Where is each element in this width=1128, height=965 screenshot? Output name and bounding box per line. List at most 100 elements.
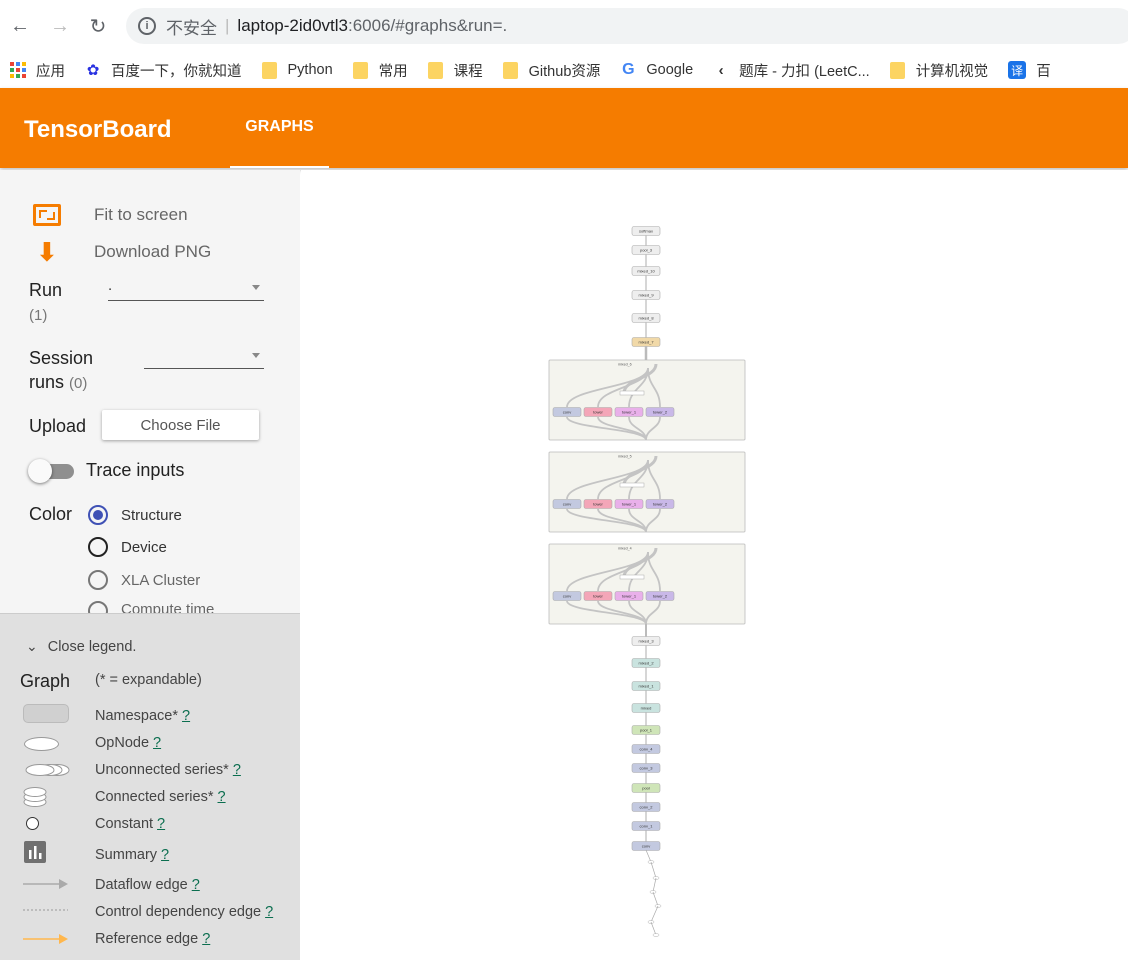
graph-node-softmax-label: softmax — [639, 229, 653, 234]
branch-conv-label: conv — [563, 502, 571, 507]
help-link[interactable]: ? — [265, 904, 273, 920]
legend-item-label: Reference edge — [95, 931, 199, 947]
back-arrow-icon[interactable]: ← — [8, 14, 32, 38]
graph-node-conv_1-label: conv_1 — [640, 824, 654, 829]
graph-node-conv_2-label: conv_2 — [640, 805, 654, 810]
graph-node-mixed_2-label: mixed_2 — [638, 661, 654, 666]
legend-item-label: Unconnected series* — [95, 762, 229, 778]
bookmark-baidu[interactable]: ✿ 百度一下，你就知道 — [85, 60, 242, 81]
fit-to-screen-button[interactable]: Fit to screen — [32, 202, 188, 228]
radio-selected-icon — [88, 505, 108, 525]
legend-item-label: OpNode — [95, 735, 150, 751]
session-runs-label: runs (0) — [29, 372, 87, 393]
help-link[interactable]: ? — [218, 789, 226, 805]
session-select[interactable] — [144, 345, 264, 369]
help-link[interactable]: ? — [157, 816, 165, 832]
graph-node-pool-label: pool — [642, 786, 650, 791]
radio-xla-cluster[interactable]: XLA Cluster — [88, 570, 200, 590]
legend-control-edge: Control dependency edge? — [95, 904, 273, 920]
branch-tower_2-label: tower_2 — [653, 502, 668, 507]
input-pipeline-node[interactable] — [652, 933, 660, 937]
tab-graphs[interactable]: GRAPHS — [230, 88, 329, 168]
bookmark-label: 百度一下，你就知道 — [111, 63, 242, 80]
bookmark-label: Google — [646, 62, 694, 78]
graph-node-conv_4-label: conv_4 — [640, 747, 654, 752]
sidebar: Fit to screen ⬇ Download PNG Run (1) . S… — [0, 170, 300, 613]
color-label: Color — [29, 504, 73, 524]
close-legend-button[interactable]: ⌄ Close legend. — [26, 638, 136, 655]
bookmark-google[interactable]: G Google — [620, 61, 694, 78]
legend-namespace: Namespace*? — [95, 708, 190, 724]
folder-icon — [503, 61, 519, 79]
legend-item-label: Summary — [95, 847, 158, 863]
bookmark-label: 题库 - 力扣 (LeetC... — [739, 63, 870, 80]
bookmark-common[interactable]: 常用 — [353, 60, 408, 81]
bookmark-python[interactable]: Python — [262, 61, 333, 79]
help-link[interactable]: ? — [182, 708, 190, 724]
bookmark-cv[interactable]: 计算机视觉 — [890, 60, 988, 81]
trace-inputs-toggle[interactable] — [28, 459, 76, 483]
fit-screen-icon — [32, 202, 62, 228]
forward-arrow-icon[interactable]: → — [48, 14, 72, 38]
graph-canvas[interactable]: softmax pool_3 mixed_10 mixed_9 mixed_8 mixed… — [301, 170, 1128, 960]
graph-svg[interactable]: softmax pool_3 mixed_10 mixed_9 mixed_8mixed… — [301, 170, 1128, 960]
run-select[interactable]: . — [108, 277, 264, 301]
bookmark-apps[interactable]: 应用 — [10, 60, 65, 81]
upload-label: Upload — [29, 416, 87, 436]
legend-constant: Constant? — [95, 816, 165, 832]
dataflow-edge-symbol — [23, 879, 68, 889]
summary-icon — [24, 841, 46, 863]
connected-series-symbol — [23, 787, 47, 807]
concat-node[interactable] — [619, 482, 645, 488]
branch-conv-label: conv — [563, 410, 571, 415]
fit-to-screen-label: Fit to screen — [94, 205, 188, 224]
folder-icon — [353, 61, 369, 79]
concat-node[interactable] — [619, 390, 645, 396]
reload-icon[interactable]: ↻ — [86, 14, 110, 38]
radio-label: Compute time — [121, 601, 215, 613]
browser-toolbar: ← → ↻ i 不安全 | laptop-2id0vtl3:6006/#grap… — [0, 0, 1128, 52]
namespace-title: mixed_4 — [618, 547, 632, 551]
legend-hint: (* = expandable) — [95, 672, 202, 688]
url-host: laptop-2id0vtl3 — [237, 16, 348, 35]
concat-node[interactable] — [619, 574, 645, 580]
help-link[interactable]: ? — [161, 847, 169, 863]
namespace-title: mixed_5 — [618, 455, 632, 459]
insecure-label: 不安全 — [166, 18, 217, 38]
help-link[interactable]: ? — [153, 735, 161, 751]
bookmark-github[interactable]: Github资源 — [503, 60, 601, 81]
help-link[interactable]: ? — [233, 762, 241, 778]
bookmark-leetcode[interactable]: ‹ 题库 - 力扣 (LeetC... — [713, 60, 870, 81]
folder-icon — [890, 61, 906, 79]
info-icon[interactable]: i — [138, 17, 156, 35]
graph-node-mixed_10-label: mixed_10 — [637, 269, 655, 274]
help-link[interactable]: ? — [202, 931, 210, 947]
address-bar[interactable]: i 不安全 | laptop-2id0vtl3:6006/#graphs&run… — [126, 8, 1128, 44]
constant-symbol — [26, 817, 39, 830]
radio-label: Structure — [121, 506, 182, 524]
bookmark-translate[interactable]: 译 百 — [1008, 60, 1051, 81]
help-link[interactable]: ? — [192, 877, 200, 893]
chevron-down-icon: ⌄ — [26, 638, 38, 654]
download-icon: ⬇ — [36, 237, 58, 267]
run-value: . — [108, 277, 113, 294]
input-pipeline-edge — [645, 849, 652, 863]
radio-unselected-icon — [88, 537, 108, 557]
radio-compute-time[interactable]: Compute time — [88, 601, 214, 613]
legend-dataflow-edge: Dataflow edge? — [95, 877, 200, 893]
radio-device[interactable]: Device — [88, 537, 167, 557]
radio-structure[interactable]: Structure — [88, 505, 182, 525]
bookmark-label: Github资源 — [528, 63, 601, 80]
bookmark-courses[interactable]: 课程 — [428, 60, 483, 81]
choose-file-button[interactable]: Choose File — [102, 410, 259, 440]
radio-unselected-icon — [88, 570, 108, 590]
close-legend-label: Close legend. — [47, 638, 137, 655]
legend-unconnected-series: Unconnected series*? — [95, 762, 241, 778]
radio-unselected-icon — [88, 601, 108, 613]
branch-tower_2-label: tower_2 — [653, 594, 668, 599]
legend-item-label: Namespace* — [95, 708, 179, 724]
namespace-title: mixed_6 — [618, 363, 632, 367]
download-png-button[interactable]: ⬇ Download PNG — [32, 239, 211, 265]
leetcode-icon: ‹ — [718, 61, 724, 79]
legend-connected-series: Connected series*? — [95, 789, 226, 805]
